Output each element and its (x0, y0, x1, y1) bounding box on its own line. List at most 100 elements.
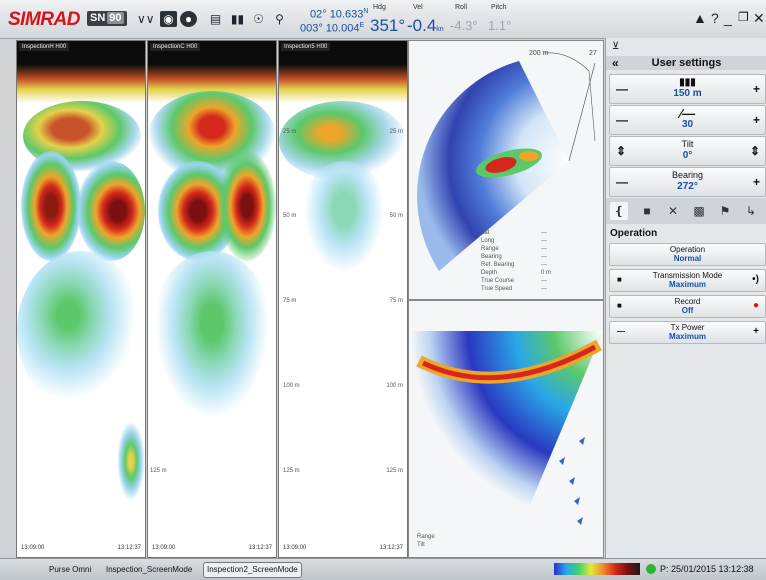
record-label: Record (674, 297, 701, 306)
camera-icon[interactable]: ◉ (160, 11, 177, 27)
operation-section-title: Operation (610, 228, 658, 239)
panel-title: InspectionC H00 (150, 43, 201, 51)
settings-icon[interactable]: ▩ (690, 202, 708, 220)
minimize-icon[interactable]: _ (724, 10, 732, 26)
model-name: SN (90, 12, 106, 24)
tilt-control: ⇕ Tilt 0° ⇕ (609, 136, 766, 166)
gain-control: — ∕— 30 + (609, 105, 766, 135)
depth-label: 75 m (283, 298, 297, 304)
tilt-label: Tilt (681, 139, 694, 149)
depth-label: 125 m (386, 468, 403, 474)
scatter-echo (299, 161, 389, 281)
depth-label: 50 m (389, 213, 403, 219)
help-icon[interactable]: ? (711, 10, 719, 26)
tab-inspection-screenmode[interactable]: Inspection_ScreenMode (103, 563, 195, 577)
bottom-echo (117, 421, 145, 501)
sonar-view-vertical[interactable]: Range Tilt (408, 300, 604, 558)
depth-label: 75 m (389, 298, 403, 304)
echogram-panel-2[interactable]: InspectionC H00 125 m 13:09:00 13:12:37 (147, 40, 277, 558)
hdg-value: 351° (370, 16, 406, 35)
panel-end-time: 13:12:37 (117, 545, 141, 551)
sonar-fan-vertical (409, 331, 603, 531)
panel-title: Inspection5 H00 (281, 43, 331, 51)
hdg-label: Hdg (373, 4, 386, 11)
depth-label: 100 m (283, 383, 300, 389)
tilt-value: 0° (682, 150, 693, 161)
sonar-bearing-label: 27 (589, 50, 597, 57)
chevron-down-double-icon[interactable]: ∨∨ (137, 11, 155, 27)
fish-school (21, 151, 81, 261)
tools-icon[interactable]: ✕ (664, 202, 682, 220)
tab-inspection2-screenmode[interactable]: Inspection2_ScreenMode (203, 562, 302, 578)
compass-icon[interactable]: ☉ (250, 11, 267, 27)
tab-purse-omni[interactable]: Purse Omni (46, 563, 94, 577)
bearing-control: — Bearing 272° + (609, 167, 766, 197)
display-icon[interactable]: ■ (638, 202, 656, 220)
range-plus-button[interactable]: + (753, 82, 760, 96)
roll-label: Roll (455, 4, 468, 11)
menu-tabs: ❴ ■ ✕ ▩ ⚑ ↳ (606, 198, 766, 224)
color-scale-bar (554, 563, 640, 575)
tx-power-value: Maximum (669, 332, 706, 341)
alert-icon[interactable]: ▲ (693, 10, 707, 26)
restore-icon[interactable]: ❐ (738, 10, 749, 24)
bearing-plus-button[interactable]: + (753, 175, 760, 189)
model-sub: 90 (107, 12, 124, 24)
pitch-value: 1.1° (488, 18, 512, 33)
transmission-mode-button[interactable]: ■ Transmission Mode Maximum •) (609, 269, 766, 292)
sonar-info-labels: Lat Long Range Bearing Ref. Bearing Depth True… (481, 230, 515, 292)
panel-start-time: 13:09:00 (152, 545, 176, 551)
bearing-value: 272° (677, 181, 698, 192)
tilt-up-button[interactable]: ⇕ (750, 144, 760, 158)
roll-value: -4.3° (450, 18, 478, 33)
panel-title: InspectionH H00 (19, 43, 70, 51)
tx-power-plus-button[interactable]: + (753, 326, 759, 337)
search-icon[interactable]: ⚲ (271, 11, 288, 27)
bottom-status-bar: Purse Omni Inspection_ScreenMode Inspect… (0, 558, 766, 580)
echogram-icon[interactable]: ▤ (207, 11, 224, 27)
sonar-beam-icon[interactable]: ❴ (610, 202, 628, 220)
user-settings-header: User settings « (606, 56, 766, 70)
tx-power-label: Tx Power (670, 323, 705, 332)
scatter-echo (17, 251, 145, 411)
record-button[interactable]: ■ Record Off ● (609, 295, 766, 318)
sonar-bottom-info: Range Tilt (417, 534, 435, 548)
tx-power-button[interactable]: — Tx Power Maximum + (609, 321, 766, 344)
back-button[interactable]: « (612, 56, 619, 70)
panel-end-time: 13:12:37 (248, 545, 272, 551)
gain-plus-button[interactable]: + (753, 113, 760, 127)
echogram-panel-1[interactable]: InspectionH H00 13:09:00 13:12:37 (16, 40, 146, 558)
sonar-info-values: --- --- --- --- --- 0 m --- --- (541, 230, 552, 292)
more-icon[interactable]: ↳ (742, 202, 760, 220)
bar-chart-icon[interactable]: ▮▮ (229, 11, 246, 27)
transmission-mode-label: Transmission Mode (652, 271, 723, 280)
depth-label: 50 m (283, 213, 297, 219)
echogram-panel-3[interactable]: Inspection5 H00 25 m 25 m 50 m 50 m 75 m… (278, 40, 408, 558)
record-value: Off (681, 306, 694, 315)
range-value: 150 m (673, 88, 702, 99)
bearing-label: Bearing (671, 170, 704, 180)
depth-label: 125 m (283, 468, 300, 474)
record-dot-icon[interactable]: ● (753, 300, 759, 311)
brand-logo: SIMRAD (8, 9, 80, 30)
panel-start-time: 13:09:00 (283, 545, 307, 551)
top-toolbar: SIMRAD SN 90 ∨∨ ◉ ● ▤ ▮▮ ☉ ⚲ 02° 10.633N … (0, 0, 766, 39)
sonar-view-horizontal[interactable]: 200 m 27 Lat Long Range Bearing Ref. Bearing… (408, 40, 604, 300)
flag-icon[interactable]: ⚑ (716, 202, 734, 220)
user-settings-title: User settings (651, 57, 722, 69)
depth-label: 100 m (386, 383, 403, 389)
operation-value: Normal (673, 254, 702, 263)
operation-label: Operation (669, 245, 706, 254)
sonar-range-label: 200 m (529, 50, 549, 57)
fish-school (218, 151, 276, 261)
depth-label: 25 m (283, 129, 297, 135)
gain-value: 30 (681, 119, 694, 130)
record-icon[interactable]: ● (180, 11, 197, 27)
vel-label: Vel (413, 4, 423, 11)
operation-button[interactable]: Operation Normal (609, 243, 766, 266)
close-icon[interactable]: ✕ (753, 10, 765, 27)
panel-start-time: 13:09:00 (21, 545, 45, 551)
transmission-mode-value: Maximum (669, 280, 706, 289)
transmit-icon[interactable]: •) (752, 274, 759, 285)
pin-icon[interactable]: ⊻ (612, 41, 619, 52)
